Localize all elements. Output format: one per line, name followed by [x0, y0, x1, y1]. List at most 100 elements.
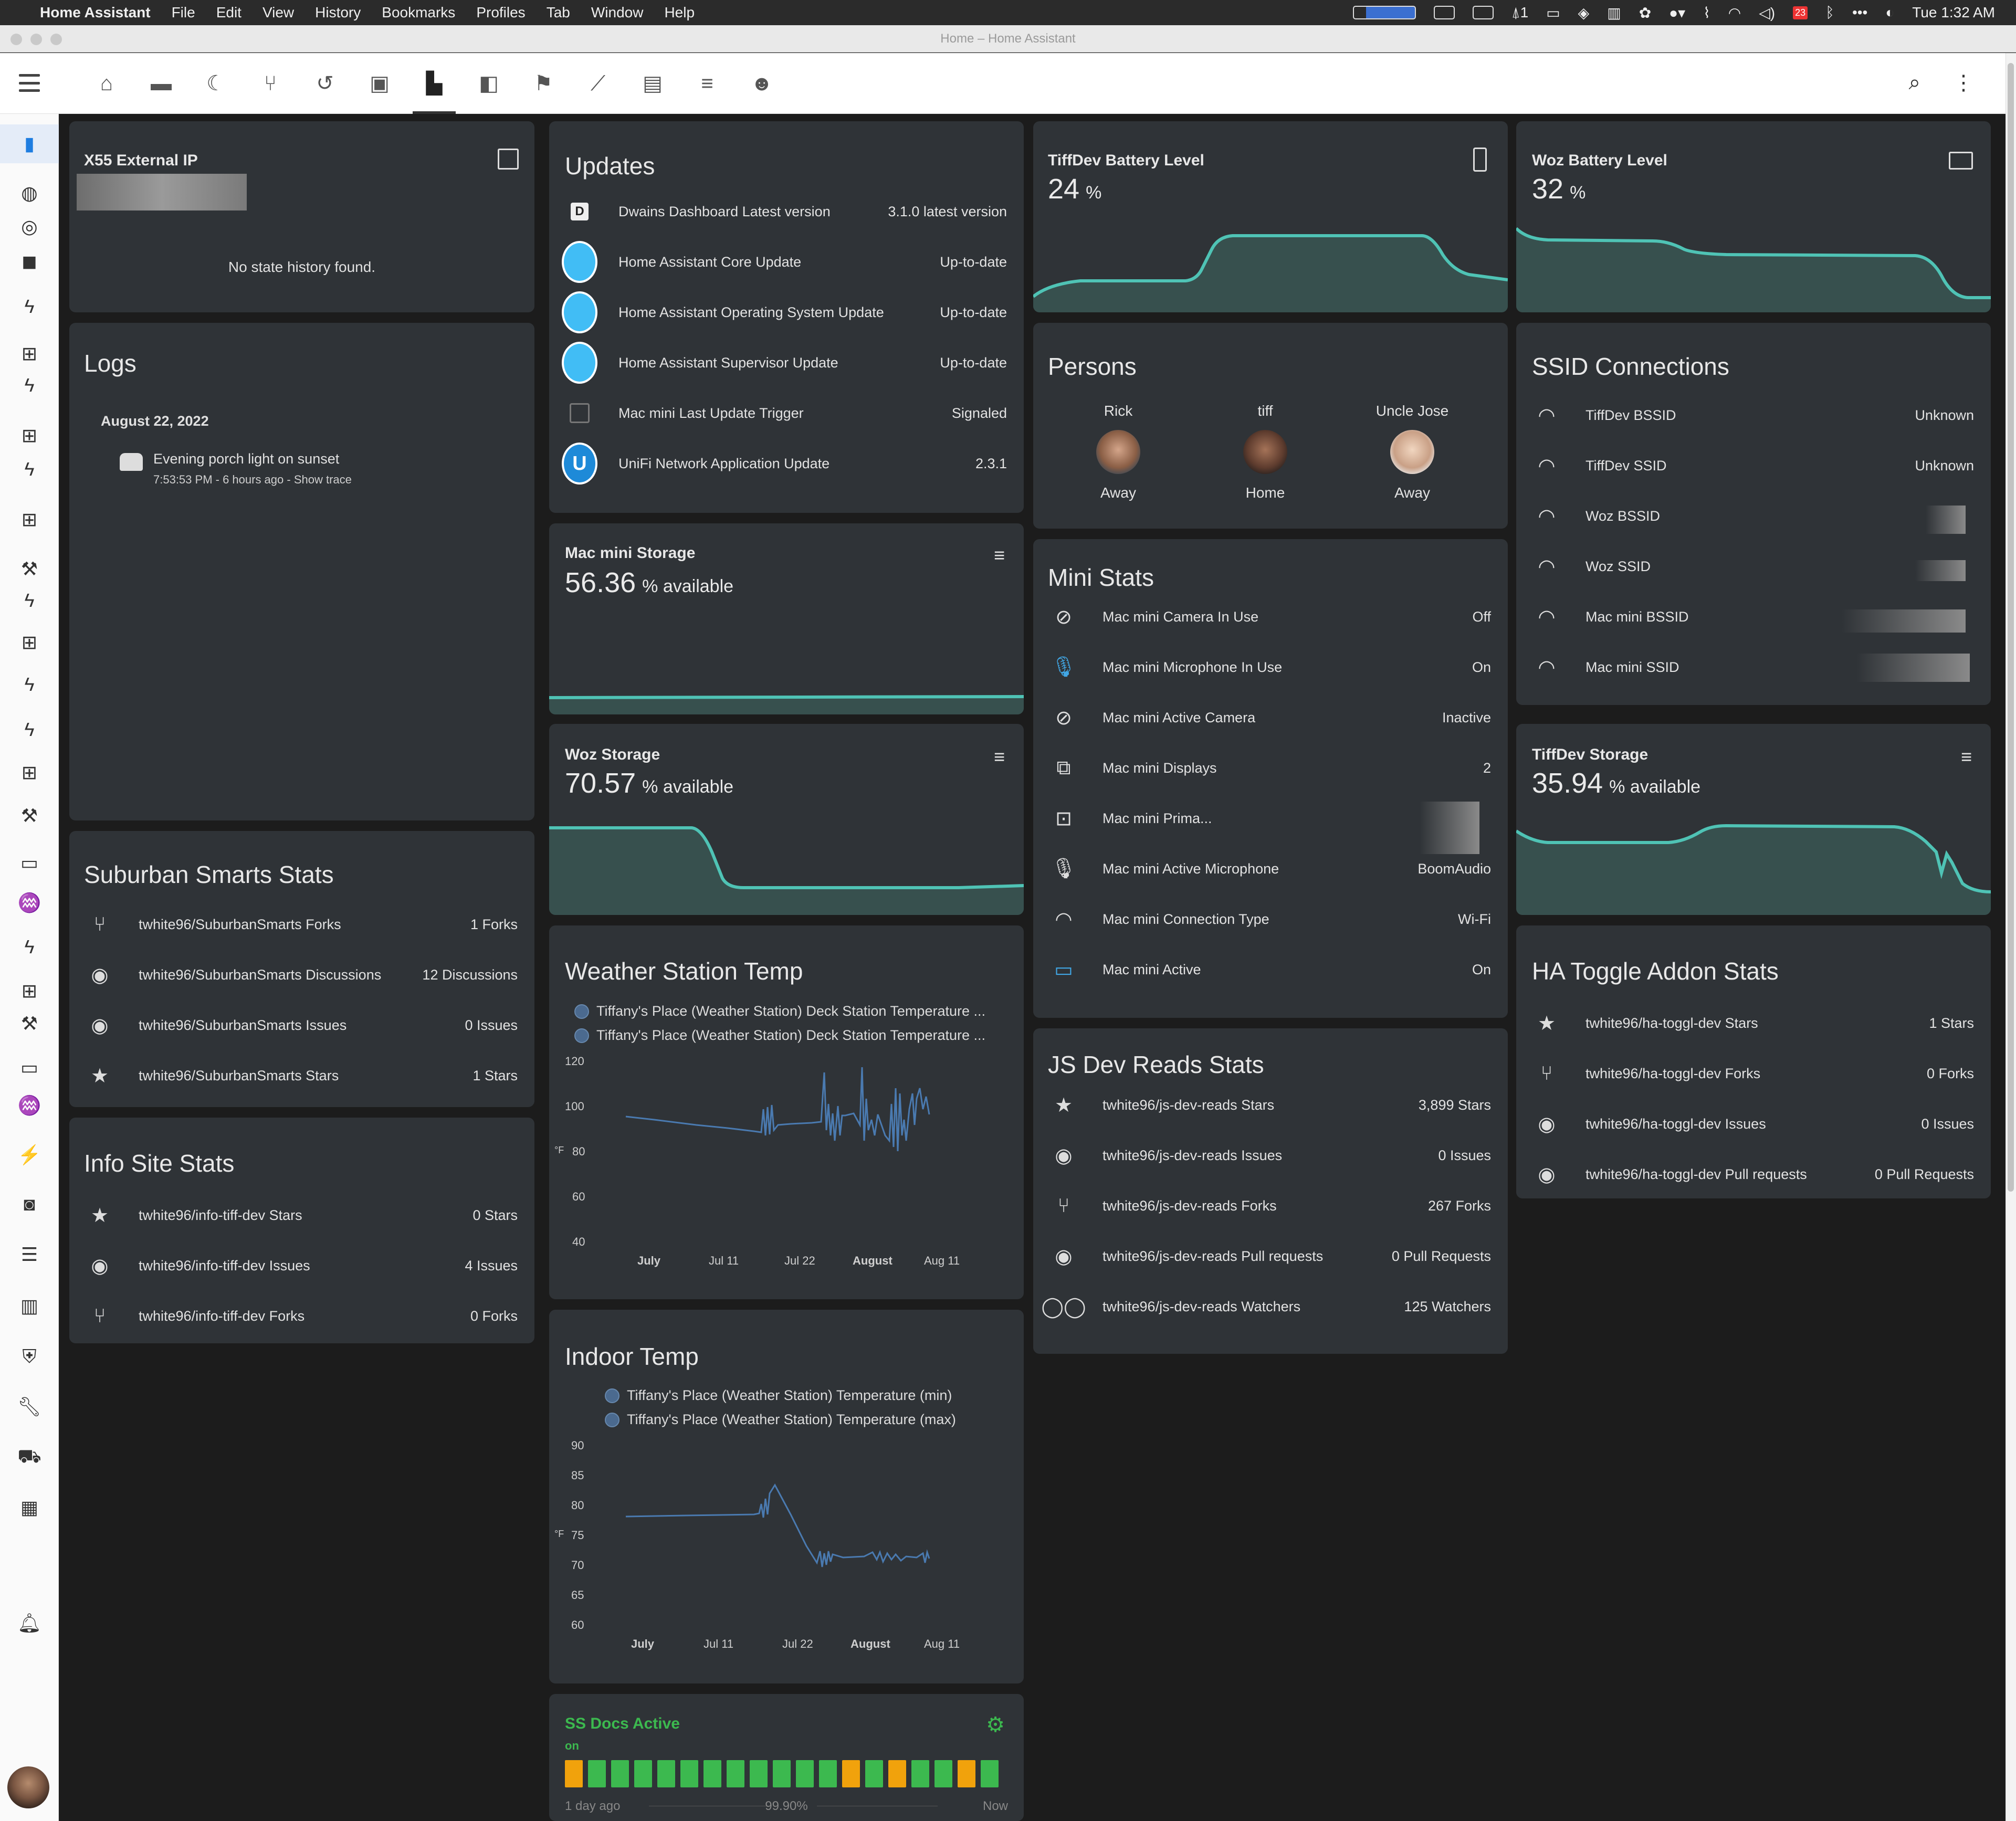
- list-item[interactable]: ◠ Woz BSSID: [1516, 491, 1991, 541]
- list-item[interactable]: ◉ twhite96/ha-toggl-dev Pull requests 0 Pu…: [1516, 1149, 1991, 1198]
- legend-item[interactable]: Tiffany's Place (Weather Station) Temper…: [605, 1412, 956, 1428]
- sidebar-item-zigbee-7[interactable]: ϟ: [0, 928, 59, 966]
- sidebar-item-overview[interactable]: ▮: [0, 124, 59, 163]
- wifi-icon[interactable]: ◠: [1728, 4, 1741, 22]
- menu-view[interactable]: View: [262, 4, 294, 21]
- focus-icon[interactable]: ●▾: [1669, 4, 1685, 22]
- sidebar-item-hacs[interactable]: ▦: [0, 1488, 59, 1527]
- tab-paper-roll-icon[interactable]: ◧: [471, 69, 506, 98]
- list-item[interactable]: Home Assistant Core Update Up-to-date: [549, 237, 1024, 287]
- menu-window[interactable]: Window: [591, 4, 644, 21]
- woz-battery-card[interactable]: Woz Battery Level 32%: [1516, 121, 1991, 312]
- sidebar-item-panel-2[interactable]: ⊞: [0, 416, 59, 455]
- app-menu[interactable]: Home Assistant: [40, 4, 151, 21]
- sidebar-item-panel-5[interactable]: ⊞: [0, 753, 59, 792]
- sidebar-item-panel-4[interactable]: ⊞: [0, 623, 59, 662]
- list-item[interactable]: ◉ twhite96/info-tiff-dev Issues 4 Issues: [69, 1240, 534, 1291]
- list-item[interactable]: ◉ twhite96/ha-toggl-dev Issues 0 Issues: [1516, 1099, 1991, 1149]
- legend-item[interactable]: Tiffany's Place (Weather Station) Temper…: [605, 1387, 952, 1404]
- sidebar-item-panel-3[interactable]: ⊞: [0, 500, 59, 539]
- more-vertical-icon[interactable]: ⋮: [1953, 71, 1974, 95]
- sidebar-item-chart[interactable]: ♒: [0, 883, 59, 922]
- sidebar-item-history[interactable]: ▥: [0, 1287, 59, 1325]
- bluetooth-icon[interactable]: ᛒ: [1825, 4, 1834, 21]
- sidebar-item-vacuum[interactable]: ◎: [0, 207, 59, 246]
- list-item[interactable]: ⑂ twhite96/ha-toggl-dev Forks 0 Forks: [1516, 1048, 1991, 1099]
- menu-profiles[interactable]: Profiles: [476, 4, 525, 21]
- sidebar-item-zigbee[interactable]: ϟ: [0, 287, 59, 326]
- person-rick[interactable]: Rick Away: [1060, 403, 1176, 501]
- list-item[interactable]: ★ twhite96/SuburbanSmarts Stars 1 Stars: [69, 1050, 534, 1101]
- menu-tab[interactable]: Tab: [547, 4, 570, 21]
- list-item[interactable]: ⊘ Mac mini Active Camera Inactive: [1033, 692, 1508, 743]
- sidebar-item-zigbee-4[interactable]: ϟ: [0, 581, 59, 620]
- sidebar-item-zigbee-2[interactable]: ϟ: [0, 366, 59, 405]
- list-item[interactable]: ⑂ twhite96/info-tiff-dev Forks 0 Forks: [69, 1291, 534, 1341]
- woz-storage-card[interactable]: Woz Storage ≡ 70.57 % available: [549, 724, 1024, 915]
- sidebar-item-dwains[interactable]: ◼: [0, 242, 59, 281]
- list-item[interactable]: ◠ Mac mini Connection Type Wi-Fi: [1033, 894, 1508, 944]
- minimize-window-button[interactable]: [30, 34, 42, 45]
- sidebar-item-notifications[interactable]: 🔔︎: [0, 1604, 59, 1643]
- list-item[interactable]: ⑂ twhite96/SuburbanSmarts Forks 1 Forks: [69, 899, 534, 950]
- zoom-window-button[interactable]: [50, 34, 62, 45]
- list-item[interactable]: Mac mini Last Update Trigger Signaled: [549, 388, 1024, 438]
- ss-docs-active-card[interactable]: SS Docs Active ⚙ on 1 day ago 99.90% Now: [549, 1694, 1024, 1821]
- list-item[interactable]: 🎙︎ Mac mini Active Microphone BoomAudio: [1033, 844, 1508, 894]
- tab-theater-icon[interactable]: ☻: [744, 69, 779, 98]
- list-item[interactable]: ◉ twhite96/SuburbanSmarts Issues 0 Issues: [69, 1000, 534, 1050]
- list-item[interactable]: Home Assistant Operating System Update Up…: [549, 287, 1024, 338]
- tab-sofa-icon[interactable]: ▬: [144, 69, 178, 98]
- tab-weather-night-icon[interactable]: ☾: [198, 69, 233, 98]
- list-item[interactable]: ◉ twhite96/js-dev-reads Pull requests 0 Pu…: [1033, 1231, 1508, 1281]
- list-item[interactable]: ◉ twhite96/SuburbanSmarts Discussions 12 D…: [69, 950, 534, 1000]
- list-item[interactable]: ◯◯ twhite96/js-dev-reads Watchers 125 Watc…: [1033, 1281, 1508, 1332]
- sidebar-item-zigbee-6[interactable]: ϟ: [0, 710, 59, 749]
- weather-line-chart[interactable]: [623, 1057, 1011, 1246]
- menu-file[interactable]: File: [172, 4, 195, 21]
- mac-mini-storage-card[interactable]: Mac mini Storage ≡ 56.36 % available: [549, 523, 1024, 714]
- tab-home-icon[interactable]: ⌂: [89, 69, 124, 98]
- list-item[interactable]: ⊘ Mac mini Camera In Use Off: [1033, 592, 1508, 642]
- more-dots-icon[interactable]: •••: [1852, 4, 1867, 21]
- scrollbar-thumb[interactable]: [2008, 63, 2014, 1192]
- sidebar-item-window-2[interactable]: ▭: [0, 1048, 59, 1087]
- list-item[interactable]: ⑂ twhite96/js-dev-reads Forks 267 Forks: [1033, 1181, 1508, 1231]
- close-window-button[interactable]: [10, 34, 22, 45]
- menu-help[interactable]: Help: [664, 4, 695, 21]
- list-item[interactable]: ◉ twhite96/js-dev-reads Issues 0 Issues: [1033, 1130, 1508, 1181]
- list-item[interactable]: ▭ Mac mini Active On: [1033, 944, 1508, 995]
- paw-icon[interactable]: ✿: [1639, 4, 1651, 22]
- broadcast-icon[interactable]: ⌇: [1703, 4, 1710, 22]
- sidebar-item-security[interactable]: ⛨: [0, 1337, 59, 1376]
- sidebar-item-zigbee-3[interactable]: ϟ: [0, 450, 59, 489]
- disk-meter-icon[interactable]: [1472, 6, 1494, 19]
- sidebar-item-energy[interactable]: ⚡: [0, 1135, 59, 1174]
- menu-bookmarks[interactable]: Bookmarks: [382, 4, 455, 21]
- split-view-icon[interactable]: ▥: [1607, 4, 1621, 22]
- log-entry-time[interactable]: 7:53:53 PM - 6 hours ago - Show trace: [153, 473, 352, 487]
- tiffdev-storage-card[interactable]: TiffDev Storage ≡ 35.94 % available: [1516, 724, 1991, 915]
- person-tiff[interactable]: tiff Home: [1208, 403, 1323, 501]
- search-icon[interactable]: ⌕: [1909, 71, 1920, 95]
- layers-icon[interactable]: ◈: [1578, 4, 1590, 22]
- clock[interactable]: Tue 1:32 AM: [1912, 4, 1995, 21]
- tab-kitchen-icon[interactable]: ⑂: [253, 69, 288, 98]
- sidebar-item-logbook[interactable]: ☰: [0, 1235, 59, 1274]
- menu-icon[interactable]: [19, 74, 40, 92]
- sidebar-item-window[interactable]: ▭: [0, 844, 59, 882]
- tab-chart-bar-icon[interactable]: ▙: [413, 69, 456, 114]
- tab-lock-icon[interactable]: ▣: [362, 69, 397, 98]
- memory-meter-icon[interactable]: [1433, 6, 1455, 19]
- list-item[interactable]: ★ twhite96/js-dev-reads Stars 3,899 Stars: [1033, 1080, 1508, 1130]
- sidebar-item-tools-2[interactable]: ⚒: [0, 796, 59, 835]
- display-icon[interactable]: ▭: [1546, 4, 1560, 22]
- person-uncle-jose[interactable]: Uncle Jose Away: [1354, 403, 1470, 501]
- sidebar-item-zigbee-5[interactable]: ϟ: [0, 665, 59, 704]
- volume-icon[interactable]: ◁): [1759, 4, 1775, 22]
- list-item[interactable]: U UniFi Network Application Update 2.3.1: [549, 438, 1024, 489]
- log-entry[interactable]: Evening porch light on sunset: [153, 451, 339, 467]
- cpu-meter-icon[interactable]: [1352, 6, 1416, 19]
- list-item[interactable]: D Dwains Dashboard Latest version 3.1.0 la…: [549, 186, 1024, 237]
- list-item[interactable]: ★ twhite96/ha-toggl-dev Stars 1 Stars: [1516, 998, 1991, 1048]
